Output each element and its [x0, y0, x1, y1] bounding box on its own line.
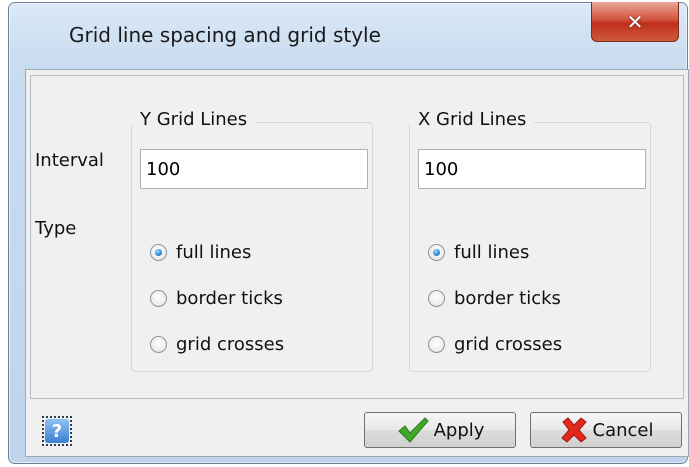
- cancel-label: Cancel: [592, 419, 654, 441]
- y-grid-lines-group: Y Grid Lines 100 full lines border ticks…: [131, 109, 373, 372]
- type-label: Type: [35, 218, 77, 239]
- x-interval-input[interactable]: 100: [418, 149, 646, 189]
- apply-button[interactable]: Apply: [364, 412, 516, 448]
- checkmark-icon: [397, 417, 429, 443]
- y-full-lines-radio[interactable]: [150, 244, 167, 261]
- y-option-border-ticks[interactable]: border ticks: [150, 288, 283, 309]
- x-border-ticks-label: border ticks: [454, 288, 561, 309]
- close-icon: ✕: [626, 9, 644, 34]
- x-grid-crosses-label: grid crosses: [454, 334, 563, 355]
- y-full-lines-label: full lines: [176, 242, 252, 263]
- settings-panel: Interval Type Y Grid Lines 100 full line…: [30, 75, 684, 399]
- x-option-grid-crosses[interactable]: grid crosses: [428, 334, 562, 355]
- y-grid-lines-title: Y Grid Lines: [132, 109, 256, 130]
- y-grid-crosses-radio[interactable]: [150, 336, 167, 353]
- window-title: Grid line spacing and grid style: [69, 23, 381, 47]
- close-button[interactable]: ✕: [591, 2, 679, 42]
- help-icon: ?: [45, 419, 69, 443]
- x-option-border-ticks[interactable]: border ticks: [428, 288, 561, 309]
- dialog-window: Grid line spacing and grid style ✕ Inter…: [8, 2, 689, 464]
- y-option-grid-crosses[interactable]: grid crosses: [150, 334, 284, 355]
- x-grid-crosses-radio[interactable]: [428, 336, 445, 353]
- interval-label: Interval: [35, 150, 104, 171]
- dialog-footer: ? Apply Cancel: [26, 406, 688, 456]
- y-option-full-lines[interactable]: full lines: [150, 242, 251, 263]
- red-x-icon: [560, 417, 587, 443]
- apply-label: Apply: [433, 419, 485, 441]
- x-grid-lines-title: X Grid Lines: [410, 109, 535, 130]
- x-grid-lines-group: X Grid Lines 100 full lines border ticks…: [409, 109, 651, 372]
- y-grid-crosses-label: grid crosses: [176, 334, 285, 355]
- x-full-lines-radio[interactable]: [428, 244, 445, 261]
- x-option-full-lines[interactable]: full lines: [428, 242, 529, 263]
- dialog-client-area: Interval Type Y Grid Lines 100 full line…: [25, 69, 689, 457]
- y-border-ticks-label: border ticks: [176, 288, 283, 309]
- help-button[interactable]: ?: [42, 416, 72, 446]
- y-interval-input[interactable]: 100: [140, 149, 368, 189]
- cancel-button[interactable]: Cancel: [530, 412, 682, 448]
- x-border-ticks-radio[interactable]: [428, 290, 445, 307]
- x-full-lines-label: full lines: [454, 242, 530, 263]
- y-border-ticks-radio[interactable]: [150, 290, 167, 307]
